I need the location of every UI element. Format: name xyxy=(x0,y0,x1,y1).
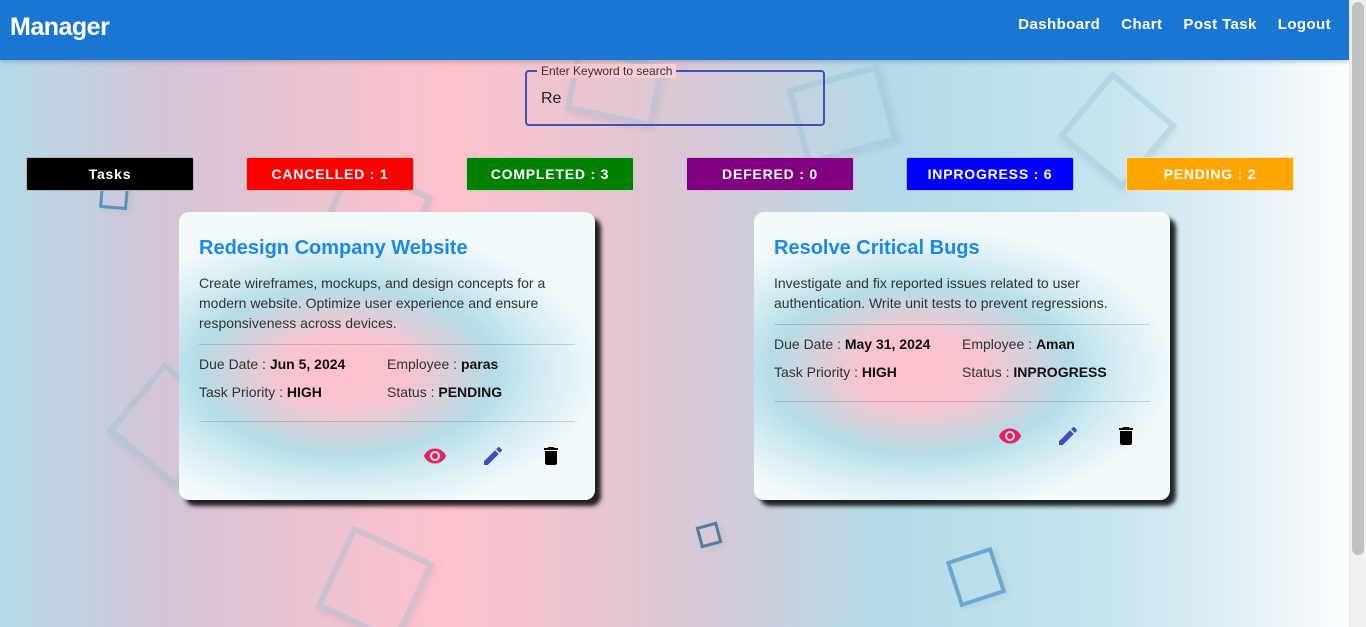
task-card: Redesign Company Website Create wirefram… xyxy=(179,212,595,500)
status-chip-defered[interactable]: DEFERED : 0 xyxy=(686,157,854,191)
search-field: Enter Keyword to search xyxy=(525,64,825,126)
task-actions xyxy=(998,424,1138,448)
nav-logout[interactable]: Logout xyxy=(1278,16,1331,33)
due-date: Due Date : Jun 5, 2024 xyxy=(199,356,345,372)
task-card: Resolve Critical Bugs Investigate and fi… xyxy=(754,212,1170,500)
employee-label: Employee : xyxy=(387,356,458,372)
top-nav: Dashboard Chart Post Task Logout xyxy=(1018,16,1331,33)
task-status: Status : INPROGRESS xyxy=(962,364,1107,380)
divider xyxy=(199,344,575,345)
due-date-label: Due Date : xyxy=(774,336,841,352)
priority-value: HIGH xyxy=(861,364,897,380)
trash-icon[interactable] xyxy=(539,444,563,468)
status-chip-pending[interactable]: PENDING : 2 xyxy=(1126,157,1294,191)
app-bar: Manager Dashboard Chart Post Task Logout xyxy=(0,0,1349,60)
task-title: Resolve Critical Bugs xyxy=(774,237,980,259)
employee-value: paras xyxy=(460,356,499,372)
decorative-square xyxy=(695,521,723,549)
status-chip-cancelled[interactable]: CANCELLED : 1 xyxy=(246,157,414,191)
eye-icon[interactable] xyxy=(998,424,1022,448)
eye-icon[interactable] xyxy=(423,444,447,468)
search-label: Enter Keyword to search xyxy=(537,64,677,78)
trash-icon[interactable] xyxy=(1114,424,1138,448)
due-date-label: Due Date : xyxy=(199,356,266,372)
employee: Employee : Aman xyxy=(962,336,1075,352)
decorative-square xyxy=(315,525,435,627)
divider xyxy=(199,421,575,422)
nav-dashboard[interactable]: Dashboard xyxy=(1018,16,1100,33)
task-actions xyxy=(423,444,563,468)
employee-label: Employee : xyxy=(962,336,1033,352)
task-status: Status : PENDING xyxy=(387,384,502,400)
task-priority: Task Priority : HIGH xyxy=(199,384,322,400)
nav-chart[interactable]: Chart xyxy=(1121,16,1162,33)
status-value: INPROGRESS xyxy=(1013,364,1107,380)
brand-logo[interactable]: Manager xyxy=(10,13,110,42)
status-value: PENDING xyxy=(438,384,503,400)
due-date: Due Date : May 31, 2024 xyxy=(774,336,930,352)
status-chip-completed[interactable]: COMPLETED : 3 xyxy=(466,157,634,191)
task-priority: Task Priority : HIGH xyxy=(774,364,897,380)
employee: Employee : paras xyxy=(387,356,498,372)
nav-post-task[interactable]: Post Task xyxy=(1183,16,1256,33)
status-chip-tasks[interactable]: Tasks xyxy=(26,157,194,191)
due-date-value: May 31, 2024 xyxy=(844,336,931,352)
pencil-icon[interactable] xyxy=(481,444,505,468)
task-description: Investigate and fix reported issues rela… xyxy=(774,275,1108,311)
employee-value: Aman xyxy=(1035,336,1075,352)
priority-value: HIGH xyxy=(286,384,322,400)
page-scrollbar[interactable] xyxy=(1349,0,1366,627)
divider xyxy=(774,401,1150,402)
search-input[interactable] xyxy=(541,86,811,112)
task-title: Redesign Company Website xyxy=(199,237,468,259)
decorative-square xyxy=(945,546,1007,608)
divider xyxy=(774,324,1150,325)
due-date-value: Jun 5, 2024 xyxy=(269,356,346,372)
status-label: Status : xyxy=(387,384,435,400)
scrollbar-thumb[interactable] xyxy=(1352,2,1364,555)
pencil-icon[interactable] xyxy=(1056,424,1080,448)
task-description: Create wireframes, mockups, and design c… xyxy=(199,275,546,331)
priority-label: Task Priority : xyxy=(774,364,859,380)
status-label: Status : xyxy=(962,364,1010,380)
status-chip-inprogress[interactable]: INPROGRESS : 6 xyxy=(906,157,1074,191)
priority-label: Task Priority : xyxy=(199,384,284,400)
